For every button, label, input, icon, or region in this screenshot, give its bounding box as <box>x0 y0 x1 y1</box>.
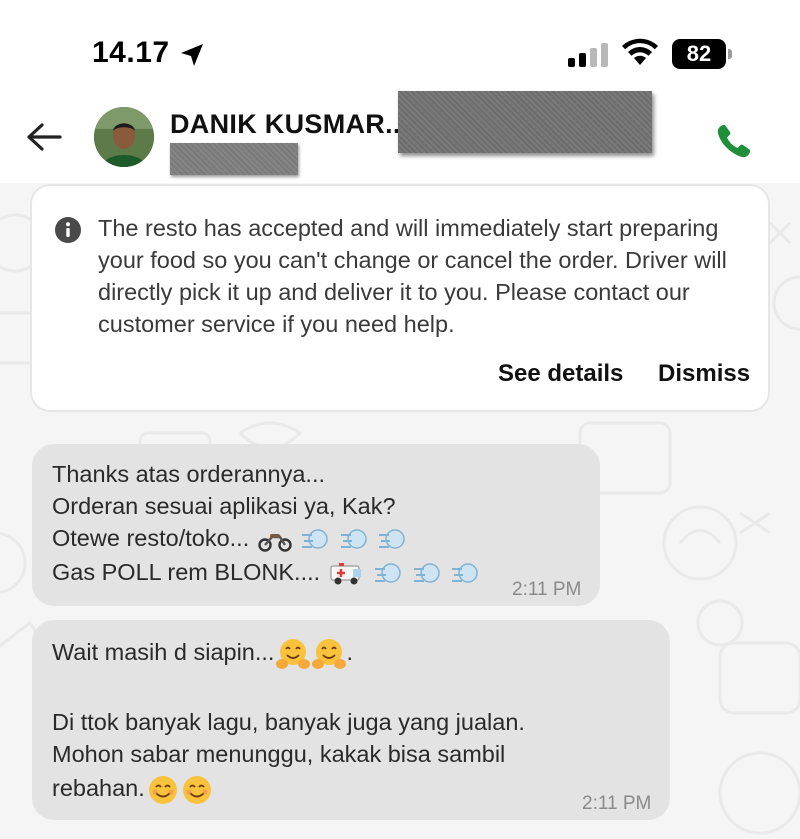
location-arrow-icon <box>181 44 203 66</box>
smiling-face-icon <box>148 775 177 804</box>
message-timestamp: 2:11 PM <box>582 793 652 814</box>
redacted-block <box>170 143 298 175</box>
message-timestamp: 2:11 PM <box>512 579 582 600</box>
message-text: Wait masih d siapin... <box>52 639 275 665</box>
dash-icon <box>302 529 329 549</box>
message-line-with-emoji: rebahan. <box>52 772 213 806</box>
notice-line: your food so you can't change or cancel … <box>98 247 727 273</box>
dash-icon <box>379 529 406 549</box>
dash-icon <box>413 563 440 583</box>
message-line: Mohon sabar menunggu, kakak bisa sambil <box>52 741 506 767</box>
message-line-with-emoji: Wait masih d siapin... . <box>52 636 353 671</box>
wifi-icon <box>622 38 658 65</box>
order-notice-card: The resto has accepted and will immediat… <box>30 184 770 412</box>
hugging-face-icon <box>276 638 311 669</box>
notice-text: The resto has accepted and will immediat… <box>98 212 758 340</box>
chat-header: DANIK KUSMAR.. <box>0 91 800 183</box>
contact-name[interactable]: DANIK KUSMAR.. <box>170 109 401 140</box>
battery-cap <box>728 49 732 59</box>
message-text: rebahan. <box>52 775 145 801</box>
message-text: . <box>346 639 353 665</box>
avatar-photo <box>94 107 154 167</box>
notice-line: directly pick it up and deliver it to yo… <box>98 279 690 305</box>
message-text: Gas POLL rem BLONK.... <box>52 559 321 585</box>
ambulance-icon <box>330 562 361 585</box>
dash-icon <box>340 529 367 549</box>
redacted-block <box>398 91 652 153</box>
message-bubble[interactable]: Thanks atas orderannya... Orderan sesuai… <box>32 444 600 606</box>
avatar[interactable] <box>94 107 154 167</box>
motorcycle-icon <box>258 533 292 552</box>
battery-icon: 82 <box>672 39 732 69</box>
phone-icon[interactable] <box>714 121 754 161</box>
message-line-with-emoji: Gas POLL rem BLONK.... <box>52 556 480 588</box>
dash-icon <box>375 563 401 583</box>
back-arrow-icon[interactable] <box>24 121 64 153</box>
dismiss-button[interactable]: Dismiss <box>658 360 750 388</box>
dash-icon <box>452 563 479 583</box>
status-bar: 14.17 82 <box>0 0 800 95</box>
signal-icon <box>568 43 608 67</box>
message-line: Orderan sesuai aplikasi ya, Kak? <box>52 493 396 519</box>
hugging-face-icon <box>312 638 347 669</box>
message-text: Otewe resto/toko... <box>52 525 250 551</box>
smiling-face-icon <box>182 775 211 804</box>
notice-line: customer service if you need help. <box>98 311 455 337</box>
status-time: 14.17 <box>92 36 170 69</box>
message-line: Di ttok banyak lagu, banyak juga yang ju… <box>52 709 525 735</box>
see-details-button[interactable]: See details <box>498 360 623 388</box>
notice-line: The resto has accepted and will immediat… <box>98 215 719 241</box>
message-line: Thanks atas orderannya... <box>52 461 326 487</box>
message-line-with-emoji: Otewe resto/toko... <box>52 522 407 554</box>
message-bubble[interactable]: Wait masih d siapin... . Di ttok banyak … <box>32 620 670 820</box>
battery-level: 82 <box>672 39 726 69</box>
info-icon <box>55 217 81 243</box>
